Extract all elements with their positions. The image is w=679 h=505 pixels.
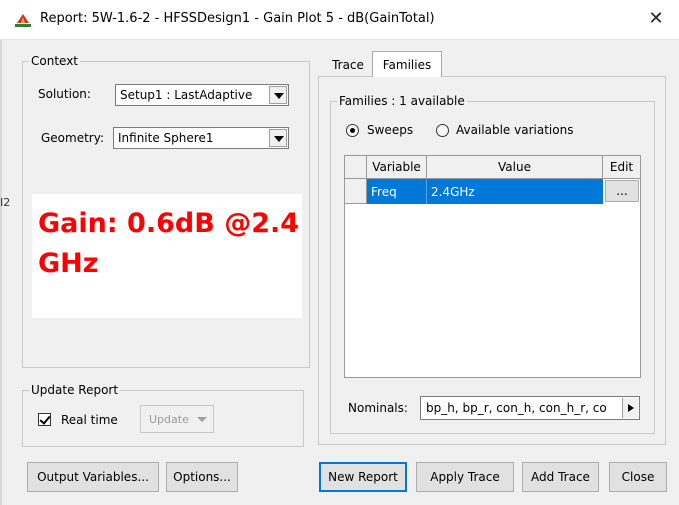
solution-label: Solution: [38,87,91,101]
cell-value[interactable]: 2.4GHz [427,179,603,204]
chevron-down-icon[interactable] [269,86,287,104]
background-edge-text: I2 [0,196,11,209]
solution-value: Setup1 : LastAdaptive [120,88,253,102]
variations-label: Available variations [456,123,574,137]
update-label: Update [149,413,189,426]
row-header[interactable] [345,179,367,204]
geometry-value: Infinite Sphere1 [118,131,214,145]
realtime-label: Real time [61,413,118,427]
chevron-down-icon [197,417,207,422]
column-header-value[interactable]: Value [427,156,603,179]
tab-trace[interactable]: Trace [324,53,372,77]
realtime-checkbox[interactable] [38,413,51,426]
families-table: Variable Value Edit Freq 2.4GHz ... [344,155,641,378]
edit-button[interactable]: ... [605,180,639,202]
column-header-edit[interactable]: Edit [603,156,640,179]
close-button[interactable]: Close [609,462,667,492]
geometry-label: Geometry: [41,131,105,145]
options-button[interactable]: Options... [166,462,238,492]
gain-annotation-box: Gain: 0.6dB @2.4 GHz [32,194,302,318]
update-button[interactable]: Update [140,405,214,433]
nominals-label: Nominals: [348,401,408,415]
window-title: Report: 5W-1.6-2 - HFSSDesign1 - Gain Pl… [40,11,435,26]
variations-radio[interactable] [436,124,449,137]
tab-families[interactable]: Families [372,51,442,77]
table-corner [345,156,367,179]
nominals-field[interactable]: bp_h, bp_r, con_h, con_h_r, co [420,396,640,420]
chevron-right-icon[interactable] [622,398,638,418]
app-icon [15,14,31,27]
add-trace-button[interactable]: Add Trace [522,462,599,492]
geometry-dropdown[interactable]: Infinite Sphere1 [113,127,289,149]
solution-dropdown[interactable]: Setup1 : LastAdaptive [115,84,289,106]
families-legend: Families : 1 available [339,94,465,108]
column-header-variable[interactable]: Variable [367,156,427,179]
apply-trace-button[interactable]: Apply Trace [416,462,514,492]
title-bar: Report: 5W-1.6-2 - HFSSDesign1 - Gain Pl… [0,0,679,40]
window-left-edge [0,40,2,505]
chevron-down-icon[interactable] [269,129,287,147]
gain-annotation-text: Gain: 0.6dB @2.4 GHz [38,208,300,279]
cell-variable[interactable]: Freq [367,179,427,204]
output-variables-button[interactable]: Output Variables... [27,462,159,492]
nominals-value: bp_h, bp_r, con_h, con_h_r, co [426,401,607,415]
context-legend: Context [31,54,79,68]
update-report-legend: Update Report [31,383,119,397]
close-icon[interactable]: ✕ [645,7,667,31]
new-report-button[interactable]: New Report [319,462,407,492]
sweeps-radio[interactable] [346,124,359,137]
sweeps-label: Sweeps [367,123,414,137]
